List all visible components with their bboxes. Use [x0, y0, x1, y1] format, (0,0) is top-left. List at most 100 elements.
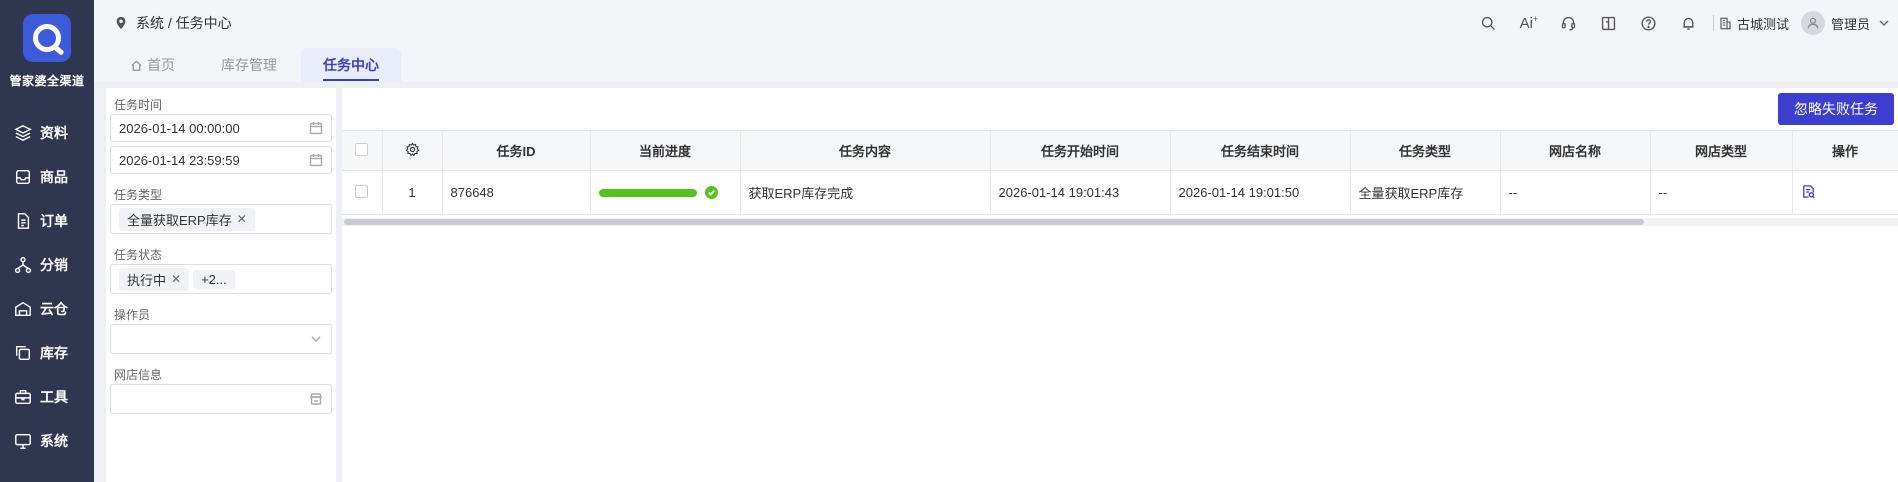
table-row[interactable]: 1 876648 获取ERP库存完成 2026-01-14 19:01:43 2…: [342, 170, 1898, 215]
sidebar-item-label: 工具: [40, 389, 68, 405]
task-type-select[interactable]: 全量获取ERP库存 ✕: [110, 204, 332, 234]
start-time-field[interactable]: 2026-01-14 00:00:00: [110, 114, 332, 142]
task-status-tag: 执行中 ✕: [119, 267, 190, 291]
toolbox-icon: [14, 388, 32, 406]
start-time-value: 2026-01-14 00:00:00: [119, 120, 240, 136]
sidebar-nav: 资料 商品 订单 分销 云仓 库存 工具 系统: [0, 111, 94, 463]
notification-button[interactable]: [1669, 8, 1709, 38]
filter-panel: 任务时间 2026-01-14 00:00:00 2026-01-14 23:5…: [106, 88, 336, 482]
breadcrumb: 系统 / 任务中心: [114, 13, 232, 33]
sidebar-item-system[interactable]: 系统: [0, 419, 94, 463]
chevron-down-icon: [1879, 20, 1889, 26]
user-name: 管理员: [1830, 16, 1870, 32]
gear-icon[interactable]: [405, 141, 420, 157]
brand-name: 管家婆全渠道: [9, 74, 85, 88]
ignore-failed-tasks-button[interactable]: 忽略失败任务: [1778, 93, 1894, 125]
end-time-field[interactable]: 2026-01-14 23:59:59: [110, 146, 332, 174]
task-status-label: 任务状态: [114, 248, 163, 262]
location-pin-icon: [116, 16, 126, 30]
sidebar-item-label: 云仓: [40, 301, 68, 317]
operator-label: 操作员: [114, 308, 151, 322]
operator-select[interactable]: [110, 324, 332, 354]
view-log-icon[interactable]: [1801, 184, 1816, 202]
sidebar: 管家婆全渠道 资料 商品 订单 分销 云仓 库存 工具 系统: [0, 0, 94, 482]
row-shop-name: --: [1500, 170, 1651, 215]
sidebar-item-label: 商品: [40, 169, 68, 185]
scrollbar-thumb[interactable]: [344, 219, 1644, 225]
app-logo[interactable]: [23, 14, 71, 62]
calendar-icon: [309, 121, 323, 135]
manual-button[interactable]: [1589, 8, 1629, 38]
row-start-time: 2026-01-14 19:01:43: [990, 170, 1171, 215]
row-task-id: 876648: [442, 170, 591, 215]
horizontal-scrollbar[interactable]: [342, 218, 1898, 226]
sidebar-item-inventory[interactable]: 库存: [0, 331, 94, 375]
progress-bar: [598, 188, 697, 197]
search-button[interactable]: [1469, 8, 1509, 38]
task-status-select[interactable]: 执行中 ✕ +2...: [110, 264, 332, 294]
network-icon: [14, 256, 32, 274]
row-shop-type: --: [1650, 170, 1793, 215]
header-end-time: 任务结束时间: [1170, 130, 1351, 171]
table-header-row: 任务ID 当前进度 任务内容 任务开始时间 任务结束时间 任务类型 网店名称 网…: [342, 130, 1898, 171]
row-end-time: 2026-01-14 19:01:50: [1170, 170, 1351, 215]
sidebar-item-orders[interactable]: 订单: [0, 199, 94, 243]
search-icon: [1482, 16, 1496, 30]
sidebar-item-label: 资料: [40, 125, 68, 141]
end-time-value: 2026-01-14 23:59:59: [119, 152, 240, 168]
inbox-icon: [14, 168, 32, 186]
header-task-type: 任务类型: [1350, 130, 1501, 171]
task-status-more-tag: +2...: [193, 269, 235, 289]
shop-info-field[interactable]: [110, 384, 332, 414]
column-settings-cell: [382, 130, 443, 171]
select-all-checkbox[interactable]: [355, 142, 369, 156]
header-action: 操作: [1791, 130, 1898, 171]
calendar-icon: [309, 153, 323, 167]
tab-label: 库存管理: [221, 57, 277, 73]
sidebar-item-cloud-warehouse[interactable]: 云仓: [0, 287, 94, 331]
tab-task-center[interactable]: 任务中心: [301, 48, 401, 82]
home-icon: [131, 59, 142, 71]
close-icon[interactable]: ✕: [237, 212, 247, 226]
toolbar: 忽略失败任务: [342, 88, 1898, 128]
store-name: 古城测试: [1736, 16, 1789, 32]
headset-icon: [1562, 16, 1576, 31]
row-checkbox[interactable]: [355, 184, 369, 198]
page-tabs: 首页 库存管理 任务中心: [94, 46, 1898, 82]
tab-home[interactable]: 首页: [108, 48, 197, 82]
ai-button[interactable]: Ai +: [1509, 8, 1549, 38]
task-time-label: 任务时间: [114, 98, 163, 112]
sidebar-item-products[interactable]: 商品: [0, 155, 94, 199]
store-switcher[interactable]: 古城测试: [1718, 14, 1789, 33]
tab-label: 首页: [147, 57, 175, 73]
sidebar-item-data[interactable]: 资料: [0, 111, 94, 155]
help-icon: [1641, 15, 1657, 31]
book-icon: [1602, 16, 1616, 30]
header-task-id: 任务ID: [442, 130, 591, 171]
shop-info-label: 网店信息: [114, 368, 163, 382]
customer-service-button[interactable]: [1549, 8, 1589, 38]
tab-inventory-management[interactable]: 库存管理: [199, 48, 299, 82]
row-progress: [590, 170, 741, 215]
building-icon: [1720, 17, 1731, 29]
header-content: 任务内容: [740, 130, 991, 171]
task-type-tag-text: 全量获取ERP库存: [127, 212, 232, 228]
task-type-tag: 全量获取ERP库存 ✕: [119, 207, 255, 231]
ai-icon: Ai: [1519, 14, 1533, 32]
header-shop-type: 网店类型: [1650, 130, 1793, 171]
document-icon: [14, 212, 32, 230]
help-button[interactable]: [1629, 8, 1669, 38]
task-status-tag-text: 执行中: [127, 272, 167, 288]
task-type-label: 任务类型: [114, 188, 163, 202]
sidebar-item-label: 库存: [40, 345, 68, 361]
copy-icon: [14, 344, 32, 362]
select-all-cell: [342, 130, 383, 171]
main-content: 忽略失败任务 任务ID 当前进度 任务内容 任务开始时间 任务结束时间 任务类型…: [342, 88, 1898, 482]
sidebar-item-tools[interactable]: 工具: [0, 375, 94, 419]
close-icon[interactable]: ✕: [171, 272, 181, 286]
divider: [1712, 15, 1714, 31]
avatar: [1800, 11, 1825, 35]
sidebar-item-label: 订单: [40, 213, 68, 229]
user-menu[interactable]: 管理员: [1800, 11, 1890, 35]
sidebar-item-distribution[interactable]: 分销: [0, 243, 94, 287]
